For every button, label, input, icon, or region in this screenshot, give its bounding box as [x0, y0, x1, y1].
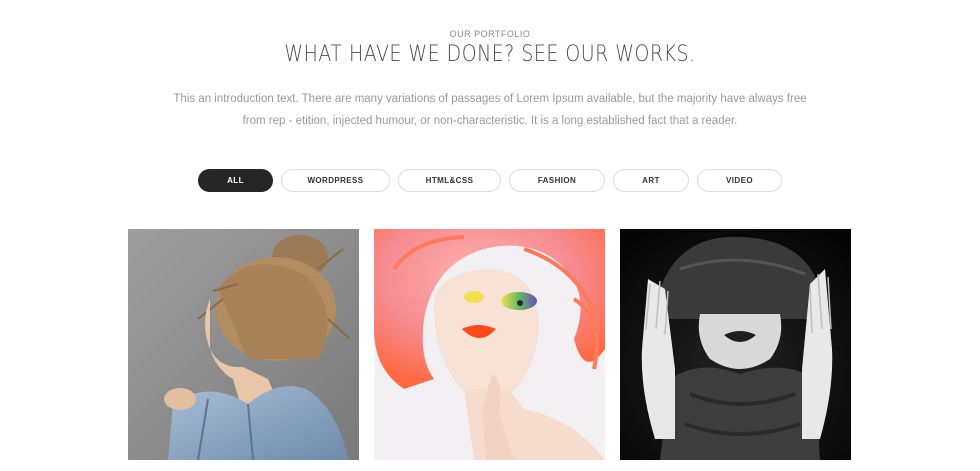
filter-html-css-button[interactable]: HTML&CSS [398, 169, 501, 192]
portfolio-filter-bar: ALL WORDPRESS HTML&CSS FASHION ART VIDEO [0, 169, 980, 192]
filter-all-button[interactable]: ALL [198, 169, 273, 192]
filter-video-button[interactable]: VIDEO [697, 169, 782, 192]
portfolio-title: WHAT HAVE WE DONE? SEE OUR WORKS. [284, 42, 696, 67]
portfolio-image-pink-hair [374, 229, 605, 460]
filter-art-button[interactable]: ART [613, 169, 689, 192]
filter-fashion-button[interactable]: FASHION [509, 169, 605, 192]
portfolio-item-3[interactable] [620, 229, 851, 460]
filter-wordpress-button[interactable]: WORDPRESS [281, 169, 390, 192]
portfolio-intro-text: This an introduction text. There are man… [173, 93, 807, 127]
portfolio-item-1[interactable] [128, 229, 359, 460]
portfolio-image-black-hood [620, 229, 851, 460]
portfolio-eyebrow: OUR PORTFOLIO [449, 29, 531, 39]
portfolio-item-2[interactable] [374, 229, 605, 460]
portfolio-image-denim-jacket [128, 229, 359, 460]
